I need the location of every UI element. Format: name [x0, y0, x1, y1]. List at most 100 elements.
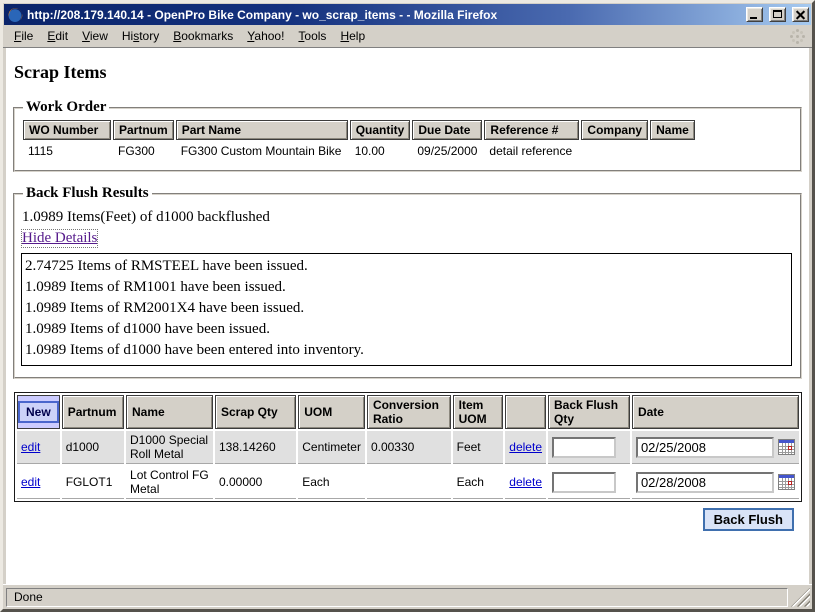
menu-yahoo[interactable]: Yahoo! — [240, 26, 291, 46]
scrap-qty-value: 0.00000 — [215, 466, 296, 499]
back-flush-button[interactable]: Back Flush — [703, 508, 794, 531]
backflush-details-box: 2.74725 Items of RMSTEEL have been issue… — [21, 253, 792, 366]
menu-bar: File Edit View History Bookmarks Yahoo! … — [3, 25, 812, 48]
uom-value: Each — [298, 466, 365, 499]
delete-cell: delete — [505, 431, 546, 464]
maximize-icon — [773, 10, 782, 18]
backflush-detail-line: 1.0989 Items of RM2001X4 have been issue… — [25, 298, 788, 319]
work-order-legend: Work Order — [23, 99, 109, 116]
header-name: Name — [126, 395, 213, 429]
work-order-table: WO Number Partnum Part Name Quantity Due… — [21, 118, 697, 162]
date-input[interactable] — [636, 437, 774, 458]
browser-window: http://208.179.140.14 - OpenPro Bike Com… — [0, 0, 815, 612]
wo-company-value — [581, 142, 648, 160]
menu-label-post: ookmarks — [181, 29, 233, 43]
wo-header-reference: Reference # — [484, 120, 579, 140]
hide-details-link[interactable]: Hide Details — [22, 230, 97, 247]
close-button[interactable] — [792, 7, 809, 22]
menu-label-post: iew — [90, 29, 108, 43]
minimize-button[interactable] — [746, 7, 763, 22]
header-scrap-qty: Scrap Qty — [215, 395, 296, 429]
new-cell: New — [17, 395, 60, 429]
backflush-summary: 1.0989 Items(Feet) of d1000 backflushed — [22, 209, 794, 226]
page-title: Scrap Items — [14, 62, 802, 83]
menu-bookmarks[interactable]: Bookmarks — [166, 26, 240, 46]
wo-header-company: Company — [581, 120, 648, 140]
backflush-detail-line: 1.0989 Items of d1000 have been issued. — [25, 319, 788, 340]
status-field: Done — [6, 588, 788, 607]
delete-link[interactable]: delete — [509, 440, 542, 454]
edit-cell: edit — [17, 431, 60, 464]
wo-header-quantity: Quantity — [350, 120, 411, 140]
menu-label-post: dit — [55, 29, 68, 43]
partnum-value: FGLOT1 — [62, 466, 124, 499]
edit-link[interactable]: edit — [21, 440, 40, 454]
work-order-fieldset: Work Order WO Number Partnum Part Name Q… — [13, 99, 802, 172]
wo-header-due-date: Due Date — [412, 120, 482, 140]
conversion-ratio-value — [367, 466, 451, 499]
scrap-qty-value: 138.14260 — [215, 431, 296, 464]
delete-link[interactable]: delete — [509, 475, 542, 489]
work-order-row: 1115 FG300 FG300 Custom Mountain Bike 10… — [23, 142, 695, 160]
edit-link[interactable]: edit — [21, 475, 40, 489]
date-input[interactable] — [636, 472, 774, 493]
name-value: Lot Control FG Metal — [126, 466, 213, 499]
close-icon — [793, 8, 808, 21]
wo-number-value: 1115 — [23, 142, 111, 160]
menu-view[interactable]: View — [75, 26, 115, 46]
calendar-picker-button[interactable] — [778, 439, 795, 455]
calendar-icon — [778, 474, 795, 490]
throbber-icon — [788, 27, 806, 45]
page-viewport: Scrap Items Work Order WO Number Partnum… — [6, 48, 809, 584]
resize-grip-icon[interactable] — [791, 588, 810, 607]
back-flush-qty-input[interactable] — [552, 472, 616, 493]
backflush-results-fieldset: Back Flush Results 1.0989 Items(Feet) of… — [13, 185, 802, 379]
work-order-header-row: WO Number Partnum Part Name Quantity Due… — [23, 120, 695, 140]
header-partnum: Partnum — [62, 395, 124, 429]
backflush-detail-line: 2.74725 Items of RMSTEEL have been issue… — [25, 256, 788, 277]
window-title: http://208.179.140.14 - OpenPro Bike Com… — [27, 8, 740, 22]
title-bar: http://208.179.140.14 - OpenPro Bike Com… — [4, 4, 811, 25]
menu-label-pre: Hi — [122, 29, 133, 43]
wo-due-date-value: 09/25/2000 — [412, 142, 482, 160]
menu-label-post: elp — [349, 29, 365, 43]
backflush-detail-line: 1.0989 Items of RM1001 have been issued. — [25, 277, 788, 298]
wo-quantity-value: 10.00 — [350, 142, 411, 160]
menu-help[interactable]: Help — [333, 26, 372, 46]
menu-file[interactable]: File — [7, 26, 40, 46]
header-item-uom: Item UOM — [453, 395, 504, 429]
menu-label-accel: H — [340, 29, 349, 43]
delete-cell: delete — [505, 466, 546, 499]
wo-name-value — [650, 142, 695, 160]
menu-label-post: tory — [139, 29, 159, 43]
header-actions — [505, 395, 546, 429]
menu-history[interactable]: History — [115, 26, 166, 46]
scrap-row-fglot1: edit FGLOT1 Lot Control FG Metal 0.00000… — [17, 466, 799, 499]
backflush-detail-line: 1.0989 Items of d1000 have been entered … — [25, 340, 788, 361]
maximize-button[interactable] — [769, 7, 786, 22]
submit-row: Back Flush — [13, 508, 802, 531]
item-uom-value: Each — [453, 466, 504, 499]
wo-part-name-value: FG300 Custom Mountain Bike — [176, 142, 348, 160]
item-uom-value: Feet — [453, 431, 504, 464]
calendar-picker-button[interactable] — [778, 474, 795, 490]
firefox-icon[interactable] — [7, 7, 23, 23]
new-button[interactable]: New — [18, 401, 59, 423]
header-conversion-ratio: Conversion Ratio — [367, 395, 451, 429]
menu-tools[interactable]: Tools — [291, 26, 333, 46]
back-flush-qty-input[interactable] — [552, 437, 616, 458]
date-cell — [632, 466, 799, 499]
menu-label-post: ools — [304, 29, 326, 43]
header-uom: UOM — [298, 395, 365, 429]
conversion-ratio-value: 0.00330 — [367, 431, 451, 464]
wo-reference-value: detail reference — [484, 142, 579, 160]
scrap-table-header-row: New Partnum Name Scrap Qty UOM Conversio… — [17, 395, 799, 429]
menu-label-post: ile — [21, 29, 33, 43]
back-flush-qty-cell — [548, 466, 630, 499]
partnum-value: d1000 — [62, 431, 124, 464]
edit-cell: edit — [17, 466, 60, 499]
date-cell — [632, 431, 799, 464]
status-text: Done — [14, 590, 43, 604]
menu-edit[interactable]: Edit — [40, 26, 75, 46]
wo-header-wo-number: WO Number — [23, 120, 111, 140]
